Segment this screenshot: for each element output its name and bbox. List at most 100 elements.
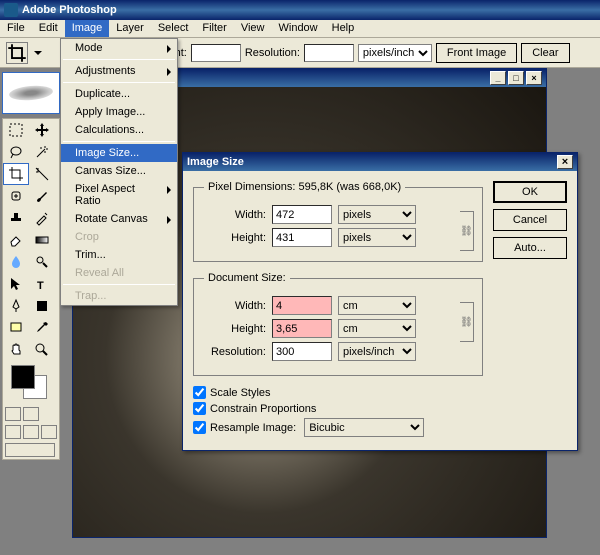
- doc-width-label: Width:: [204, 300, 266, 312]
- doc-height-unit[interactable]: cm: [338, 319, 416, 338]
- resample-method-select[interactable]: Bicubic: [304, 418, 424, 437]
- link-pixel-icon[interactable]: [460, 211, 474, 251]
- menu-calculations[interactable]: Calculations...: [61, 121, 177, 139]
- image-size-dialog: Image Size × Pixel Dimensions: 595,8K (w…: [182, 152, 578, 451]
- dialog-close-button[interactable]: ×: [557, 155, 573, 169]
- menu-window[interactable]: Window: [272, 20, 325, 37]
- shape-tool[interactable]: [29, 295, 55, 317]
- eraser-tool[interactable]: [3, 229, 29, 251]
- brush-preview[interactable]: [2, 72, 60, 114]
- menu-duplicate[interactable]: Duplicate...: [61, 85, 177, 103]
- menu-filter[interactable]: Filter: [195, 20, 233, 37]
- pen-tool[interactable]: [3, 295, 29, 317]
- history-brush-tool[interactable]: [29, 207, 55, 229]
- scale-styles-checkbox[interactable]: [193, 386, 206, 399]
- dialog-titlebar[interactable]: Image Size ×: [183, 153, 577, 171]
- resolution-label: Resolution:: [245, 47, 300, 59]
- foreground-color[interactable]: [11, 365, 35, 389]
- menu-mode[interactable]: Mode: [61, 39, 177, 57]
- color-swatches: [3, 361, 59, 405]
- screen-full[interactable]: [41, 425, 57, 439]
- px-width-input[interactable]: [272, 205, 332, 224]
- doc-height-label: Height:: [204, 323, 266, 335]
- menu-image-size[interactable]: Image Size...: [61, 144, 177, 162]
- menu-crop: Crop: [61, 228, 177, 246]
- menu-view[interactable]: View: [234, 20, 272, 37]
- menu-apply-image[interactable]: Apply Image...: [61, 103, 177, 121]
- menu-file[interactable]: File: [0, 20, 32, 37]
- menubar: File Edit Image Layer Select Filter View…: [0, 20, 600, 38]
- resolution-field[interactable]: [272, 342, 332, 361]
- brush-tool[interactable]: [29, 185, 55, 207]
- pixel-dimensions-group: Pixel Dimensions: 595,8K (was 668,0K) Wi…: [193, 181, 483, 262]
- gradient-tool[interactable]: [29, 229, 55, 251]
- px-width-label: Width:: [204, 209, 266, 221]
- screen-standard[interactable]: [5, 425, 21, 439]
- notes-tool[interactable]: [3, 317, 29, 339]
- resolution-unit-select[interactable]: pixels/inch: [358, 44, 432, 62]
- marquee-tool[interactable]: [3, 119, 29, 141]
- menu-edit[interactable]: Edit: [32, 20, 65, 37]
- dodge-tool[interactable]: [29, 251, 55, 273]
- menu-image[interactable]: Image: [65, 20, 110, 37]
- quickmask-on[interactable]: [23, 407, 39, 421]
- link-doc-icon[interactable]: [460, 302, 474, 342]
- slice-tool[interactable]: [29, 163, 55, 185]
- hand-tool[interactable]: [3, 339, 29, 361]
- jump-to-imageready[interactable]: [5, 443, 55, 457]
- cancel-button[interactable]: Cancel: [493, 209, 567, 231]
- eyedropper-tool[interactable]: [29, 317, 55, 339]
- crop-tool[interactable]: [3, 163, 29, 185]
- constrain-checkbox[interactable]: [193, 402, 206, 415]
- menu-help[interactable]: Help: [325, 20, 362, 37]
- app-title: Adobe Photoshop: [22, 4, 117, 16]
- front-image-button[interactable]: Front Image: [436, 43, 517, 63]
- resample-check[interactable]: Resample Image:Bicubic: [193, 418, 483, 437]
- clear-button[interactable]: Clear: [521, 43, 569, 63]
- doc-height-input[interactable]: [272, 319, 332, 338]
- px-width-unit[interactable]: pixels: [338, 205, 416, 224]
- menu-rotate-canvas[interactable]: Rotate Canvas: [61, 210, 177, 228]
- menu-trap: Trap...: [61, 287, 177, 305]
- quickmask-off[interactable]: [5, 407, 21, 421]
- minimize-button[interactable]: _: [490, 71, 506, 85]
- dialog-title: Image Size: [187, 156, 244, 168]
- blur-tool[interactable]: [3, 251, 29, 273]
- toolbox: T: [2, 118, 60, 460]
- height-input[interactable]: [191, 44, 241, 62]
- ok-button[interactable]: OK: [493, 181, 567, 203]
- tool-preset-dropdown[interactable]: [34, 51, 42, 55]
- scale-styles-check[interactable]: Scale Styles: [193, 386, 483, 399]
- stamp-tool[interactable]: [3, 207, 29, 229]
- menu-select[interactable]: Select: [151, 20, 196, 37]
- menu-canvas-size[interactable]: Canvas Size...: [61, 162, 177, 180]
- resolution-input[interactable]: [304, 44, 354, 62]
- healing-tool[interactable]: [3, 185, 29, 207]
- constrain-check[interactable]: Constrain Proportions: [193, 402, 483, 415]
- menu-reveal-all: Reveal All: [61, 264, 177, 282]
- menu-layer[interactable]: Layer: [109, 20, 151, 37]
- wand-tool[interactable]: [29, 141, 55, 163]
- screen-full-menubar[interactable]: [23, 425, 39, 439]
- auto-button[interactable]: Auto...: [493, 237, 567, 259]
- px-height-input[interactable]: [272, 228, 332, 247]
- type-tool[interactable]: T: [29, 273, 55, 295]
- resolution-label: Resolution:: [204, 346, 266, 358]
- menu-trim[interactable]: Trim...: [61, 246, 177, 264]
- zoom-tool[interactable]: [29, 339, 55, 361]
- path-select-tool[interactable]: [3, 273, 29, 295]
- lasso-tool[interactable]: [3, 141, 29, 163]
- doc-width-unit[interactable]: cm: [338, 296, 416, 315]
- crop-tool-icon[interactable]: [6, 42, 28, 64]
- menu-pixel-aspect[interactable]: Pixel Aspect Ratio: [61, 180, 177, 210]
- resample-checkbox[interactable]: [193, 421, 206, 434]
- maximize-button[interactable]: □: [508, 71, 524, 85]
- px-height-label: Height:: [204, 232, 266, 244]
- doc-width-input[interactable]: [272, 296, 332, 315]
- resolution-unit[interactable]: pixels/inch: [338, 342, 416, 361]
- close-window-button[interactable]: ×: [526, 71, 542, 85]
- move-tool[interactable]: [29, 119, 55, 141]
- svg-text:T: T: [37, 280, 44, 292]
- px-height-unit[interactable]: pixels: [338, 228, 416, 247]
- menu-adjustments[interactable]: Adjustments: [61, 62, 177, 80]
